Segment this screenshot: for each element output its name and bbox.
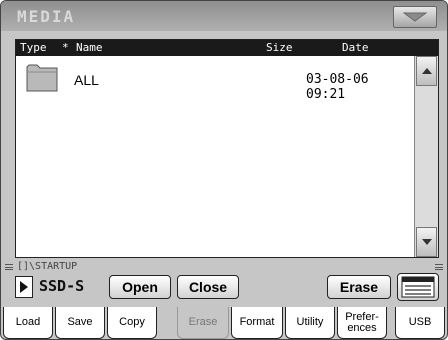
column-type[interactable]: Type [20, 41, 47, 54]
tab-save[interactable]: Save [55, 307, 105, 339]
path-lines-icon [435, 264, 443, 270]
title-bar: MEDIA [1, 1, 447, 31]
tab-bar: Load Save Copy Erase Format Utility Pref… [3, 307, 447, 339]
list-header: Type * Name Size Date [16, 40, 438, 56]
file-list: ALL 03-08-06 09:21 [16, 56, 414, 257]
media-screen: MEDIA Type * Name Size Date ALL 03-08-06… [0, 0, 448, 340]
tab-copy[interactable]: Copy [107, 307, 157, 339]
folder-icon [26, 64, 58, 92]
scrollbar[interactable] [414, 56, 438, 257]
path-bar: []\STARTUP [5, 261, 445, 273]
erase-button[interactable]: Erase [327, 275, 391, 299]
device-select-arrow[interactable] [15, 276, 33, 298]
list-view-button[interactable] [397, 273, 439, 301]
scroll-down-button[interactable] [416, 227, 437, 257]
page-title: MEDIA [17, 7, 76, 26]
device-name: SSD-S [39, 277, 85, 295]
open-button[interactable]: Open [109, 275, 171, 299]
close-button[interactable]: Close [177, 275, 239, 299]
sort-marker: * [62, 41, 69, 54]
file-browser: Type * Name Size Date ALL 03-08-06 09:21 [15, 39, 439, 258]
arrow-down-icon [421, 239, 432, 245]
file-name: ALL [74, 72, 99, 88]
column-size[interactable]: Size [266, 41, 293, 54]
tab-utility[interactable]: Utility [285, 307, 335, 339]
tab-format[interactable]: Format [231, 307, 283, 339]
triangle-down-icon [403, 12, 427, 22]
list-item[interactable]: ALL 03-08-06 09:21 [16, 64, 414, 102]
column-date[interactable]: Date [342, 41, 369, 54]
path-lines-icon [5, 264, 13, 270]
tab-preferences[interactable]: Prefer- ences [337, 307, 387, 339]
tab-usb[interactable]: USB [395, 307, 445, 339]
scroll-up-button[interactable] [416, 56, 437, 86]
list-view-icon [401, 276, 435, 298]
column-name[interactable]: Name [76, 41, 103, 54]
file-date: 03-08-06 09:21 [306, 72, 369, 102]
play-triangle-icon [20, 281, 28, 293]
tab-erase[interactable]: Erase [177, 307, 229, 339]
device-selector[interactable]: SSD-S [15, 275, 101, 299]
current-path: []\STARTUP [17, 261, 78, 272]
tab-load[interactable]: Load [3, 307, 53, 339]
arrow-up-icon [421, 68, 432, 74]
page-menu-button[interactable] [393, 6, 437, 28]
